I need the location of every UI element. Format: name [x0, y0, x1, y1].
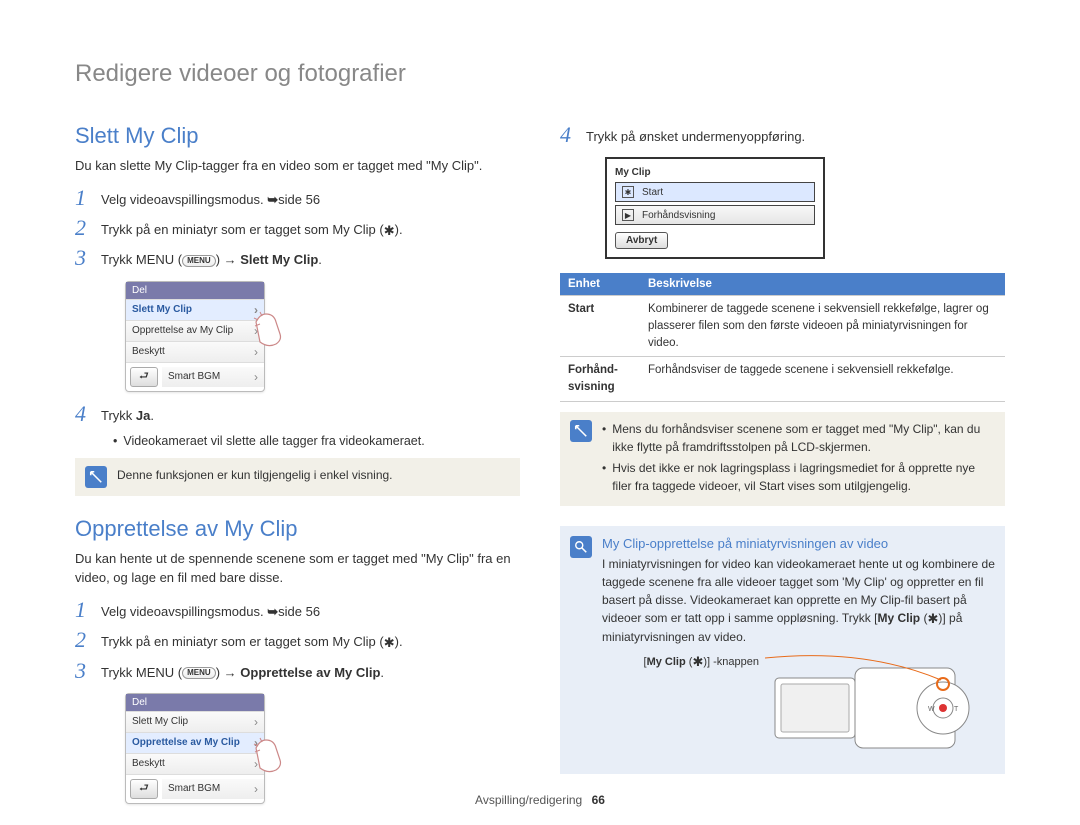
table-cell-value: Kombinerer de taggede scenene i sekvensi… — [640, 296, 1005, 357]
menu-item-label: Beskytt — [132, 758, 165, 769]
note-list: •Mens du forhåndsviser scenene som er ta… — [602, 420, 995, 498]
step-number: 3 — [75, 659, 93, 683]
intro-opprett: Du kan hente ut de spennende scenene som… — [75, 550, 520, 588]
step-number: 2 — [75, 216, 93, 240]
note-box-right: •Mens du forhåndsviser scenene som er ta… — [560, 412, 1005, 506]
step-4-right: 4 Trykk på ønsket undermenyoppføring. — [560, 123, 1005, 147]
magnifier-icon — [570, 536, 592, 558]
note-item-text: Hvis det ikke er nok lagringsplass i lag… — [612, 459, 995, 495]
step-text: Velg videoavspillingsmodus. ➥side 56 — [101, 186, 320, 210]
camcorder-illustration: W T — [765, 654, 995, 764]
note-list-item: •Hvis det ikke er nok lagringsplass i la… — [602, 459, 995, 495]
table-row: StartKombinerer de taggede scenene i sek… — [560, 296, 1005, 357]
step-number: 1 — [75, 186, 93, 210]
menu-item: Beskytt› — [126, 342, 264, 363]
menu-item-label: Slett My Clip — [132, 304, 192, 315]
bullet-text: Videokameraet vil slette alle tagger fra… — [123, 432, 424, 451]
screen-row-label: Forhåndsvisning — [642, 210, 715, 221]
note-item-text: Mens du forhåndsviser scenene som er tag… — [612, 420, 995, 456]
two-column-layout: Slett My Clip Du kan slette My Clip-tagg… — [75, 123, 1005, 814]
menu-item-label: Slett My Clip — [132, 716, 188, 727]
step-number: 4 — [560, 123, 578, 147]
bullet-dot-icon: • — [602, 459, 606, 495]
menu-item-label: Smart BGM — [168, 371, 220, 382]
screen-myclip: My Clip ✱ Start ▶ Forhåndsvisning Avbryt — [605, 157, 825, 259]
step-number: 2 — [75, 628, 93, 652]
menu-item-label: Opprettelse av My Clip — [132, 737, 240, 748]
screen-cancel-button: Avbryt — [615, 232, 668, 249]
step-text: Trykk på en miniatyr som er tagget som M… — [101, 216, 403, 240]
note-icon — [570, 420, 592, 442]
step: 2 Trykk på en miniatyr som er tagget som … — [75, 216, 520, 240]
step-number: 3 — [75, 246, 93, 270]
step: 1 Velg videoavspillingsmodus. ➥side 56 — [75, 598, 520, 622]
right-column: 4 Trykk på ønsket undermenyoppføring. My… — [560, 123, 1005, 814]
screen-row-start: ✱ Start — [615, 182, 815, 202]
page-footer: Avspilling/redigering 66 — [0, 793, 1080, 807]
menu-item: Smart BGM › — [162, 367, 264, 387]
bullet-dot-icon: • — [602, 420, 606, 456]
info-body-text: I miniatyrvisningen for video kan videok… — [602, 555, 995, 647]
back-button: ⮐ — [130, 367, 158, 387]
step: 3 Trykk MENU (MENU) → Slett My Clip. — [75, 246, 520, 270]
menu-screenshot-slett: DelSlett My Clip›Opprettelse av My Clip›… — [125, 281, 265, 392]
note-list-item: •Mens du forhåndsviser scenene som er ta… — [602, 420, 995, 456]
note-icon — [85, 466, 107, 488]
note-text: Denne funksjonen er kun tilgjengelig i e… — [117, 466, 393, 484]
chevron-right-icon: › — [254, 715, 258, 729]
tag-icon: ✱ — [622, 186, 634, 198]
menu-item: Slett My Clip› — [126, 300, 264, 321]
step: 3 Trykk MENU (MENU) → Opprettelse av My C… — [75, 659, 520, 683]
description-table: Enhet Beskrivelse StartKombinerer de tag… — [560, 273, 1005, 401]
menu-item-label: Opprettelse av My Clip — [132, 325, 233, 336]
menu-header: Del — [126, 282, 264, 300]
table-row: Forhånd­svisningForhåndsviser de taggede… — [560, 357, 1005, 401]
left-column: Slett My Clip Du kan slette My Clip-tagg… — [75, 123, 520, 814]
menu-header: Del — [126, 694, 264, 712]
step-number: 4 — [75, 402, 93, 426]
step-text: Trykk MENU (MENU) → Slett My Clip. — [101, 246, 322, 270]
bullet-slett: • Videokameraet vil slette alle tagger f… — [113, 432, 520, 451]
table-header-desc: Beskrivelse — [640, 273, 1005, 296]
table-cell-key: Forhånd­svisning — [560, 357, 640, 401]
step: 2 Trykk på en miniatyr som er tagget som … — [75, 628, 520, 652]
section-title-opprett: Opprettelse av My Clip — [75, 516, 520, 542]
table-cell-key: Start — [560, 296, 640, 357]
step-text: Trykk MENU (MENU) → Opprettelse av My Cl… — [101, 659, 384, 683]
page-title: Redigere videoer og fotografier — [75, 60, 1005, 88]
step-4-slett: 4 Trykk Ja. — [75, 402, 520, 426]
step-text: Trykk Ja. — [101, 402, 154, 426]
step-text: Trykk på en miniatyr som er tagget som M… — [101, 628, 403, 652]
info-title: My Clip-opprettelse på miniatyrvisningen… — [602, 536, 995, 551]
play-icon: ▶ — [622, 209, 634, 221]
footer-section: Avspilling/redigering — [475, 793, 582, 807]
step-text: Trykk på ønsket undermenyoppføring. — [586, 123, 805, 147]
svg-text:T: T — [954, 706, 959, 713]
table-cell-value: Forhåndsviser de taggede scenene i sekve… — [640, 357, 1005, 401]
screen-row-preview: ▶ Forhåndsvisning — [615, 205, 815, 225]
bullet-dot-icon: • — [113, 432, 117, 451]
menu-screenshot-opprett: Del Slett My Clip › Opprettelse av My Clip›… — [125, 693, 265, 804]
step: 1 Velg videoavspillingsmodus. ➥side 56 — [75, 186, 520, 210]
section-title-slett: Slett My Clip — [75, 123, 520, 149]
step-number: 1 — [75, 598, 93, 622]
menu-item: Slett My Clip › — [126, 712, 264, 733]
screen-title: My Clip — [615, 167, 815, 178]
svg-text:W: W — [928, 706, 935, 713]
table-header-unit: Enhet — [560, 273, 640, 296]
screen-row-label: Start — [642, 187, 663, 198]
info-box: My Clip-opprettelse på miniatyrvisningen… — [560, 526, 1005, 775]
hand-pointer-icon — [248, 728, 298, 778]
note-box-slett: Denne funksjonen er kun tilgjengelig i e… — [75, 458, 520, 496]
footer-page-number: 66 — [592, 793, 605, 807]
menu-item: Opprettelse av My Clip› — [126, 321, 264, 342]
intro-slett: Du kan slette My Clip-tagger fra en vide… — [75, 157, 520, 176]
step-text: Velg videoavspillingsmodus. ➥side 56 — [101, 598, 320, 622]
myclip-button-label: [My Clip (✱)] -knappen — [644, 654, 759, 670]
chevron-right-icon: › — [254, 370, 258, 384]
hand-pointer-icon — [248, 302, 298, 352]
menu-item: Opprettelse av My Clip› — [126, 733, 264, 754]
menu-item: Beskytt› — [126, 754, 264, 775]
menu-item-label: Beskytt — [132, 346, 165, 357]
